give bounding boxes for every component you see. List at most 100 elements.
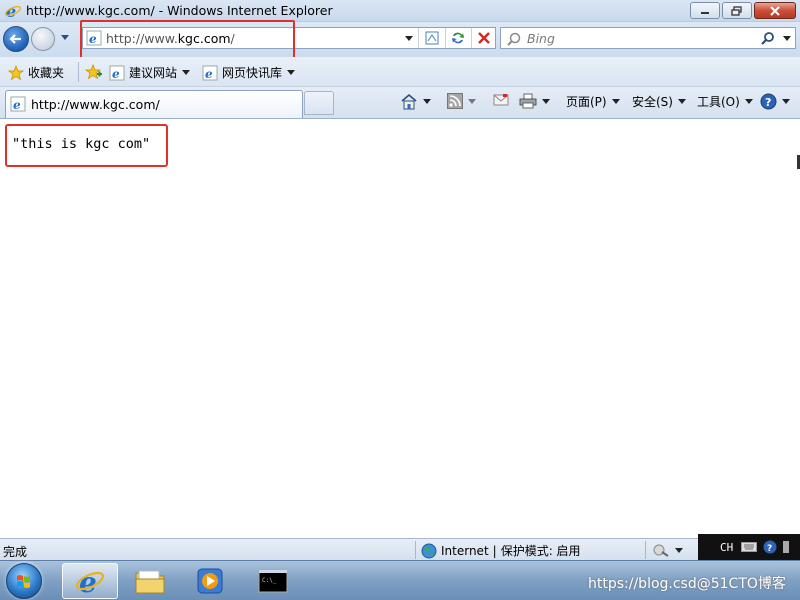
tab-row: e http://www.kgc.com/ 页面(P) 安全(S) 工具(O) … [0,87,800,119]
home-icon [401,93,417,110]
security-zone[interactable]: Internet | 保护模式: 启用 [421,542,581,559]
media-player-icon [197,568,223,594]
rss-feed-icon [447,93,463,109]
help-icon[interactable]: ? [763,540,777,554]
folder-icon [135,570,165,594]
chevron-down-icon [782,99,790,104]
ie-logo-icon: e [4,2,22,20]
zone-separator: | [492,543,497,558]
address-dropdown-icon[interactable] [405,36,413,41]
svg-text:e: e [112,67,120,81]
read-mail-button[interactable] [493,93,509,107]
add-to-favorites-button[interactable] [85,64,103,80]
fav-item-suggested-sites[interactable]: e 建议网站 [109,64,191,81]
fav-item-label: 建议网站 [129,66,178,80]
add-favorite-star-icon [85,64,102,80]
home-button[interactable] [400,93,431,110]
taskbar-explorer-button[interactable] [122,563,178,599]
page-body-text: "this is kgc com" [12,136,151,152]
page-content [0,120,798,538]
search-provider-icon [507,32,521,46]
chevron-down-icon [182,70,191,75]
svg-text:e: e [79,566,97,597]
refresh-icon[interactable] [450,30,466,46]
restore-icon [731,5,742,16]
command-prompt-icon: C:\_ [258,569,288,593]
chevron-down-icon [611,99,620,104]
close-button[interactable] [754,2,796,19]
recent-pages-dropdown-icon[interactable] [60,35,70,41]
tab-label: http://www.kgc.com/ [31,97,160,112]
chevron-down-icon [287,70,296,75]
favorites-bar: 收藏夹 e 建议网站 e 网页快讯库 [0,57,800,87]
search-icon[interactable] [761,31,775,45]
taskbar-media-player-button[interactable] [182,563,238,599]
minimize-button[interactable] [690,2,720,19]
print-button[interactable] [519,93,550,109]
tools-menu[interactable]: 工具(O) [697,93,753,110]
chevron-down-icon [744,99,753,104]
ie-page-icon: e [109,65,125,81]
ie-page-icon: e [10,96,26,112]
watermark-text: https://blog.csd@51CTO博客 [588,576,786,592]
title-bar: e http://www.kgc.com/ - Windows Internet… [0,0,800,22]
page-menu[interactable]: 页面(P) [566,93,620,110]
tab-active[interactable]: e http://www.kgc.com/ [5,90,303,118]
protected-mode-label: 保护模式: 启用 [500,544,581,558]
back-arrow-icon [9,34,21,44]
window-controls [688,2,796,19]
system-tray: CH ? [698,534,800,560]
favorites-label: 收藏夹 [28,66,65,80]
zone-label: Internet [441,543,489,558]
windows-logo-icon [17,575,30,588]
taskbar-cmd-button[interactable]: C:\_ [245,563,301,599]
favorites-button[interactable]: 收藏夹 [8,64,64,81]
search-bar[interactable]: Bing [500,27,796,49]
chevron-down-icon [468,98,476,104]
window-title: http://www.kgc.com/ - Windows Internet E… [26,3,333,18]
stop-icon[interactable] [476,30,492,46]
restore-button[interactable] [722,2,752,19]
minimize-icon [701,11,709,14]
feeds-button[interactable] [447,93,476,109]
svg-text:?: ? [767,544,772,554]
chevron-down-icon [675,547,683,553]
keyboard-icon[interactable] [741,541,758,553]
status-tools-button[interactable] [652,542,683,558]
address-url[interactable]: http://www.kgc.com/ [106,31,235,46]
fav-item-web-slice-gallery[interactable]: e 网页快讯库 [202,64,296,81]
ie-logo-icon: e [75,566,105,597]
svg-text:e: e [13,98,21,112]
divider [471,28,472,48]
chevron-down-icon [677,99,686,104]
svg-text:e: e [205,67,213,81]
svg-text:C:\_: C:\_ [262,577,277,584]
status-text: 完成 [3,545,28,559]
security-settings-icon [653,544,669,557]
taskbar-ie-button[interactable]: e [62,563,118,599]
status-bar: 完成 Internet | 保护模式: 启用 [0,538,800,560]
star-icon [8,64,24,80]
svg-text:e: e [89,32,97,46]
close-icon [770,5,780,16]
safety-menu-label: 安全(S) [632,95,673,109]
navigation-bar: e http://www.kgc.com/ Bing [0,22,800,57]
forward-button[interactable] [31,27,55,51]
svg-text:?: ? [765,96,771,109]
fav-item-label: 网页快讯库 [222,66,283,80]
printer-icon [519,93,537,109]
language-indicator[interactable]: CH [720,541,733,554]
tray-options-icon[interactable] [783,541,790,553]
help-menu[interactable]: ? [760,93,790,110]
safety-menu[interactable]: 安全(S) [632,93,686,110]
help-icon: ? [760,93,777,110]
address-bar[interactable]: e http://www.kgc.com/ [82,27,496,49]
start-button[interactable] [6,563,42,599]
new-tab-button[interactable] [304,91,334,115]
globe-icon [421,543,437,558]
divider [418,28,419,48]
search-dropdown-icon[interactable] [783,36,791,41]
back-button[interactable] [3,26,29,52]
compatibility-view-icon[interactable] [424,30,440,46]
page-menu-label: 页面(P) [566,95,607,109]
